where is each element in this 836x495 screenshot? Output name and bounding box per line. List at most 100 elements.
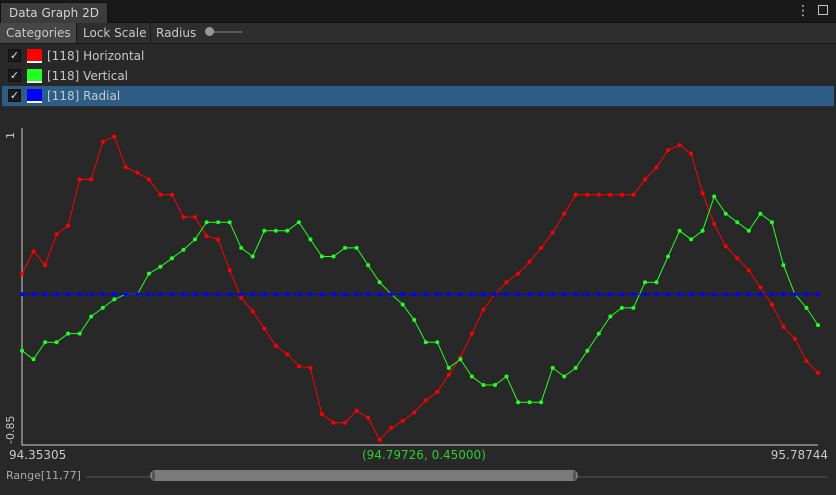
data-point-vertical [769, 220, 774, 225]
data-point-radial [54, 292, 59, 297]
data-point-vertical [273, 228, 278, 233]
data-point-horizontal [343, 420, 347, 425]
data-point-horizontal [689, 151, 694, 156]
series-checkbox-radial[interactable]: ✓ [8, 89, 21, 102]
data-point-radial [643, 292, 647, 297]
data-point-vertical [700, 228, 705, 233]
data-point-radial [250, 292, 255, 297]
maximize-icon[interactable] [818, 5, 828, 15]
series-color-swatch[interactable] [27, 89, 42, 103]
data-point-vertical [435, 340, 440, 345]
data-point-radial [123, 292, 128, 297]
data-point-vertical [677, 228, 682, 233]
data-point-radial [804, 292, 809, 297]
lock-scale-button[interactable]: Lock Scale [77, 23, 152, 43]
data-point-vertical [493, 383, 497, 387]
data-point-horizontal [319, 412, 324, 417]
data-point-vertical [20, 348, 24, 353]
data-point-horizontal [366, 415, 371, 420]
data-point-horizontal [66, 223, 71, 228]
data-point-vertical [31, 357, 36, 362]
range-slider-handle[interactable] [150, 470, 578, 481]
line-chart[interactable] [0, 110, 836, 466]
data-point-vertical [481, 383, 486, 387]
series-row-vertical[interactable]: ✓ [118] Vertical [2, 66, 834, 86]
data-point-horizontal [400, 419, 405, 423]
series-checkbox-horizontal[interactable]: ✓ [8, 49, 21, 62]
data-point-radial [66, 292, 71, 297]
series-row-horizontal[interactable]: ✓ [118] Horizontal [2, 46, 834, 66]
data-point-horizontal [250, 309, 255, 314]
data-point-radial [781, 292, 786, 297]
data-point-vertical [723, 211, 728, 216]
data-point-horizontal [608, 192, 613, 197]
data-point-horizontal [643, 177, 647, 182]
data-point-radial [446, 292, 451, 297]
data-point-radial [20, 292, 24, 297]
y-axis-max-label: 1 [4, 132, 17, 139]
series-label: [118] Vertical [47, 69, 128, 83]
data-point-vertical [666, 254, 670, 259]
radius-label: Radius [156, 26, 197, 40]
data-point-horizontal [412, 410, 417, 415]
data-point-vertical [366, 263, 371, 268]
data-point-vertical [562, 374, 567, 379]
data-point-radial [181, 292, 186, 297]
series-line-vertical [21, 195, 819, 403]
data-point-radial [227, 292, 232, 297]
data-point-horizontal [769, 302, 774, 307]
data-point-radial [423, 292, 428, 297]
tab-data-graph-2d[interactable]: Data Graph 2D [0, 2, 108, 24]
data-point-radial [285, 292, 290, 297]
data-point-radial [400, 292, 405, 297]
data-point-horizontal [504, 280, 509, 285]
tab-bar: Data Graph 2D ⋮ [0, 0, 836, 24]
data-point-radial [412, 292, 417, 297]
data-point-horizontal [631, 192, 636, 197]
data-point-radial [319, 292, 324, 297]
categories-button[interactable]: Categories [0, 23, 77, 43]
data-point-vertical [308, 237, 313, 242]
data-point-vertical [54, 340, 59, 345]
series-color-swatch[interactable] [27, 69, 42, 83]
data-point-vertical [608, 314, 613, 319]
data-point-horizontal [481, 307, 486, 312]
data-point-horizontal [239, 295, 244, 300]
data-point-horizontal [816, 371, 820, 375]
data-point-radial [77, 292, 82, 297]
data-point-vertical [643, 280, 647, 285]
data-point-vertical [446, 365, 451, 370]
data-point-vertical [193, 237, 197, 242]
data-point-radial [354, 292, 359, 297]
data-point-radial [112, 292, 117, 297]
data-point-radial [158, 292, 163, 297]
data-point-vertical [516, 400, 521, 405]
series-row-radial[interactable]: ✓ [118] Radial [2, 86, 834, 106]
data-point-vertical [654, 280, 659, 285]
series-checkbox-vertical[interactable]: ✓ [8, 69, 21, 82]
data-point-horizontal [596, 192, 601, 197]
data-point-radial [735, 292, 740, 297]
data-point-vertical [181, 247, 186, 252]
data-point-radial [389, 292, 394, 297]
graph-area[interactable]: 1 -0.85 94.35305 (94.79726, 0.45000) 95.… [0, 109, 836, 495]
data-point-radial [273, 292, 278, 297]
data-point-horizontal [654, 165, 659, 170]
data-point-vertical [585, 348, 590, 353]
data-point-vertical [746, 228, 751, 233]
data-point-radial [619, 292, 624, 297]
data-point-vertical [89, 314, 94, 319]
data-point-horizontal [712, 222, 717, 226]
data-point-vertical [596, 331, 601, 336]
data-point-horizontal [792, 336, 797, 341]
data-point-radial [493, 292, 497, 297]
kebab-menu-icon[interactable]: ⋮ [796, 2, 810, 20]
series-line-horizontal [21, 135, 819, 441]
data-point-vertical [343, 245, 347, 250]
data-point-radial [135, 292, 140, 297]
data-point-vertical [631, 305, 636, 310]
data-point-radial [204, 292, 209, 297]
radius-slider-thumb[interactable] [205, 27, 214, 36]
data-point-radial [712, 292, 717, 297]
series-color-swatch[interactable] [27, 49, 42, 63]
